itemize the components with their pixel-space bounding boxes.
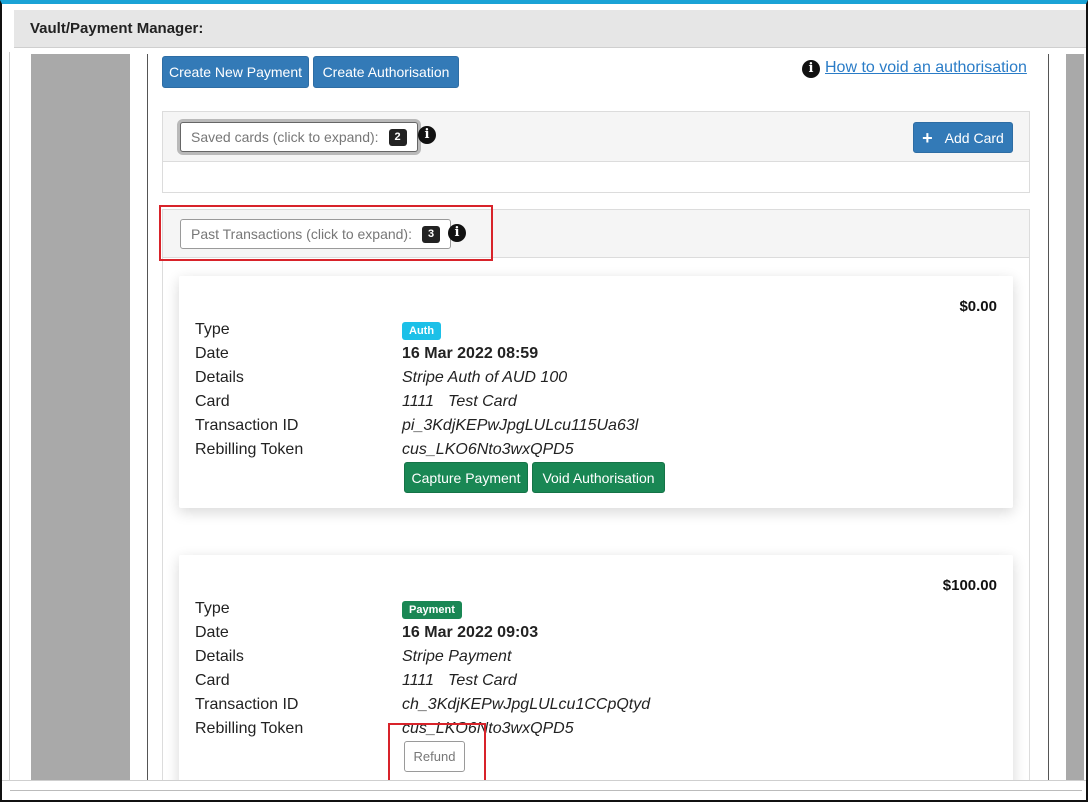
transaction-card: $0.00 Type Auth Date 16 Mar 2022 08:59 D… — [179, 276, 1013, 508]
date-value: 16 Mar 2022 09:03 — [402, 624, 539, 641]
void-authorisation-button[interactable]: Void Authorisation — [532, 462, 665, 493]
right-gutter — [1066, 54, 1084, 780]
add-card-label: Add Card — [944, 129, 1004, 146]
content-border-left — [147, 54, 148, 780]
date-label: Date — [195, 345, 229, 362]
info-icon: i — [802, 60, 820, 78]
saved-cards-info-icon[interactable]: i — [418, 126, 436, 144]
card-last4: 1111 — [402, 672, 435, 689]
saved-cards-count-badge: 2 — [388, 128, 407, 146]
card-last4: 1111 — [402, 393, 435, 410]
transaction-id-label: Transaction ID — [195, 417, 299, 434]
type-label: Type — [195, 321, 230, 338]
rebilling-token-value: cus_LKO6Nto3wxQPD5 — [402, 720, 574, 737]
plus-icon: + — [922, 127, 933, 148]
past-transactions-expand-button[interactable]: Past Transactions (click to expand): 3 — [180, 219, 452, 249]
details-value: Stripe Payment — [402, 648, 512, 665]
type-badge-payment: Payment — [402, 601, 462, 619]
left-gutter — [31, 54, 130, 780]
transaction-amount: $0.00 — [959, 298, 997, 315]
transaction-amount: $100.00 — [942, 577, 997, 594]
capture-payment-button[interactable]: Capture Payment — [404, 462, 528, 493]
saved-cards-panel: Saved cards (click to expand): 2 i + Add… — [162, 111, 1030, 193]
card-value: 1111 Test Card — [402, 672, 517, 690]
transaction-card: $100.00 Type Payment Date 16 Mar 2022 09… — [179, 555, 1013, 795]
how-to-void-link[interactable]: How to void an authorisation — [825, 59, 1027, 77]
app-window: Vault/Payment Manager: Create New Paymen… — [0, 0, 1088, 802]
type-label: Type — [195, 600, 230, 617]
past-transactions-expand-label: Past Transactions (click to expand): — [191, 226, 412, 242]
transaction-id-label: Transaction ID — [195, 696, 299, 713]
past-transactions-count-badge: 3 — [422, 225, 441, 243]
past-transactions-info-icon[interactable]: i — [448, 224, 466, 242]
rebilling-token-value: cus_LKO6Nto3wxQPD5 — [402, 441, 574, 458]
create-authorisation-button[interactable]: Create Authorisation — [313, 56, 459, 88]
details-label: Details — [195, 369, 244, 386]
bottom-divider — [10, 790, 1082, 791]
left-edge — [2, 52, 10, 798]
date-value: 16 Mar 2022 08:59 — [402, 345, 539, 362]
type-badge-auth: Auth — [402, 322, 442, 340]
content-border-right — [1048, 54, 1049, 780]
rebilling-token-label: Rebilling Token — [195, 720, 304, 737]
details-value: Stripe Auth of AUD 100 — [402, 369, 568, 386]
saved-cards-expand-label: Saved cards (click to expand): — [191, 129, 379, 145]
bottom-bar — [2, 780, 1086, 800]
add-card-button[interactable]: + Add Card — [913, 122, 1013, 153]
card-name: Test Card — [448, 672, 517, 689]
card-label: Card — [195, 672, 230, 689]
transaction-id-value: ch_3KdjKEPwJpgLULcu1CCpQtyd — [402, 696, 651, 713]
card-value: 1111 Test Card — [402, 393, 517, 411]
create-new-payment-button[interactable]: Create New Payment — [162, 56, 309, 88]
card-label: Card — [195, 393, 230, 410]
refund-button[interactable]: Refund — [404, 741, 465, 772]
window-title: Vault/Payment Manager: — [14, 10, 1086, 48]
saved-cards-expand-button[interactable]: Saved cards (click to expand): 2 — [180, 122, 418, 152]
rebilling-token-label: Rebilling Token — [195, 441, 304, 458]
details-label: Details — [195, 648, 244, 665]
date-label: Date — [195, 624, 229, 641]
transaction-id-value: pi_3KdjKEPwJpgLULcu115Ua63l — [402, 417, 639, 434]
card-name: Test Card — [448, 393, 517, 410]
